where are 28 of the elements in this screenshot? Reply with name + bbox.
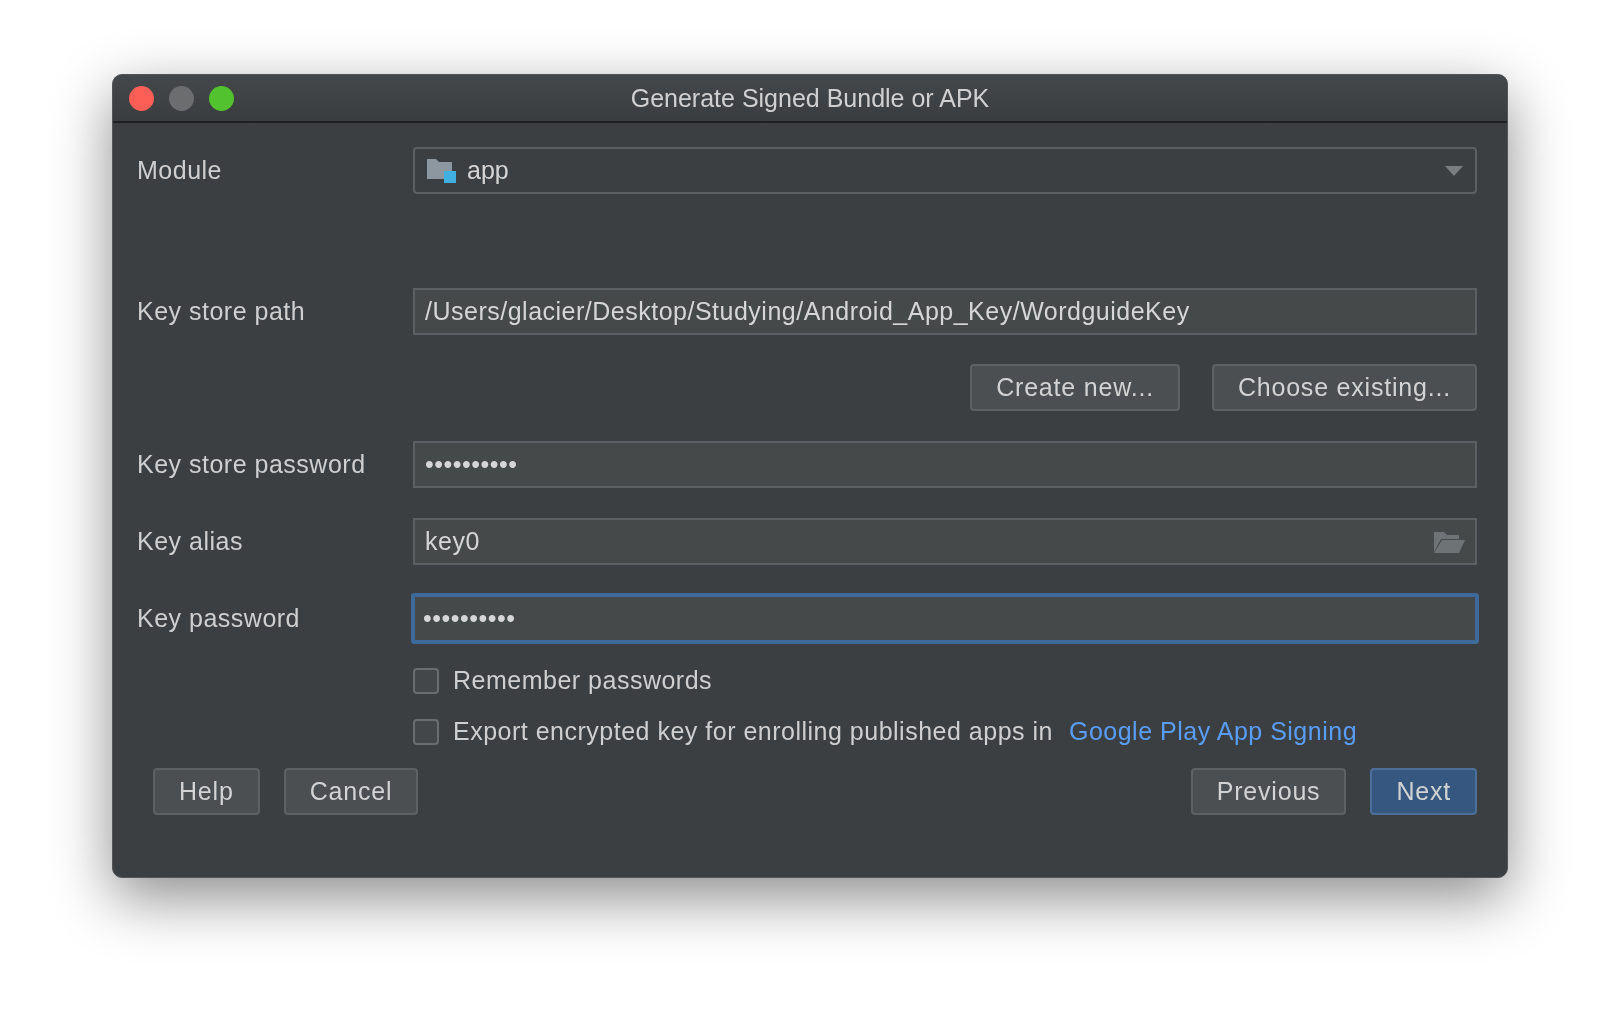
window-title: Generate Signed Bundle or APK xyxy=(630,83,990,113)
checkbox[interactable] xyxy=(413,718,439,745)
minimize-button[interactable] xyxy=(169,85,194,111)
module-folder-icon xyxy=(427,156,457,185)
zoom-button[interactable] xyxy=(209,85,234,111)
module-label: Module xyxy=(137,156,222,185)
field-label: Key alias xyxy=(137,527,243,556)
field-label: Key store path xyxy=(137,297,306,326)
checkbox[interactable] xyxy=(413,667,439,694)
option-label: Remember passwords xyxy=(453,666,713,695)
dialog-button[interactable]: Cancel xyxy=(283,768,419,815)
keystore-button[interactable]: Create new... xyxy=(970,364,1180,411)
dropdown-arrow-icon xyxy=(1445,165,1463,176)
field-label: Key password xyxy=(137,604,301,633)
input-field[interactable]: key0 xyxy=(413,518,1477,565)
dialog-button[interactable]: Help xyxy=(153,768,260,815)
dialog-button[interactable]: Previous xyxy=(1190,768,1347,815)
input-field[interactable]: •••••••••• xyxy=(411,593,1479,644)
close-button[interactable] xyxy=(129,85,154,111)
module-dropdown[interactable]: app xyxy=(413,147,1477,194)
input-field[interactable]: •••••••••• xyxy=(413,441,1477,488)
input-field[interactable]: /Users/glacier/Desktop/Studying/Android_App_Key/WordguideKey xyxy=(413,288,1477,335)
dialog-button[interactable]: Next xyxy=(1370,768,1477,815)
field-label: Key store password xyxy=(137,450,366,479)
option-label: Export encrypted key for enrolling published apps in xyxy=(453,717,1053,746)
keystore-button[interactable]: Choose existing... xyxy=(1211,364,1477,411)
folder-icon[interactable] xyxy=(1433,529,1465,554)
signing-link[interactable]: Google Play App Signing xyxy=(1068,717,1358,746)
